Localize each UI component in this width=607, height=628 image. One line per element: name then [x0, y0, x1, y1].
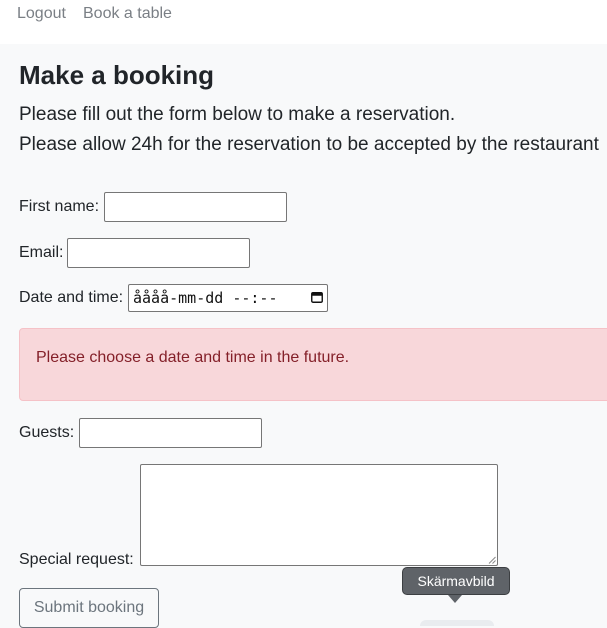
nav-logout-link[interactable]: Logout	[17, 5, 66, 23]
top-navbar: Logout Book a table	[0, 0, 607, 44]
special-request-textarea[interactable]	[140, 464, 498, 566]
datetime-field-value: åååå-mm-dd --:--	[133, 289, 278, 307]
guests-label: Guests:	[19, 424, 75, 441]
submit-booking-button[interactable]: Submit booking	[19, 588, 159, 628]
error-alert: Please choose a date and time in the fut…	[19, 328, 607, 401]
nav-book-table-link[interactable]: Book a table	[83, 5, 172, 23]
first-name-field[interactable]	[104, 192, 287, 222]
calendar-icon[interactable]	[311, 291, 323, 303]
guests-field[interactable]	[79, 418, 262, 448]
intro-text-line-1: Please fill out the form below to make a…	[19, 104, 456, 125]
tooltip-arrow	[448, 595, 462, 603]
special-request-label: Special request:	[19, 551, 134, 568]
email-field[interactable]	[67, 238, 250, 268]
page-title: Make a booking	[19, 60, 215, 90]
datetime-label: Date and time:	[19, 289, 124, 306]
tooltip-target-button[interactable]	[420, 620, 494, 626]
resize-grip-icon[interactable]	[488, 556, 496, 564]
datetime-field[interactable]: åååå-mm-dd --:--	[128, 284, 328, 312]
first-name-label: First name:	[19, 198, 100, 215]
email-label: Email:	[19, 244, 64, 261]
intro-text-line-2: Please allow 24h for the reservation to …	[19, 134, 599, 155]
error-alert-message: Please choose a date and time in the fut…	[36, 349, 350, 366]
tooltip: Skärmavbild	[402, 567, 510, 595]
